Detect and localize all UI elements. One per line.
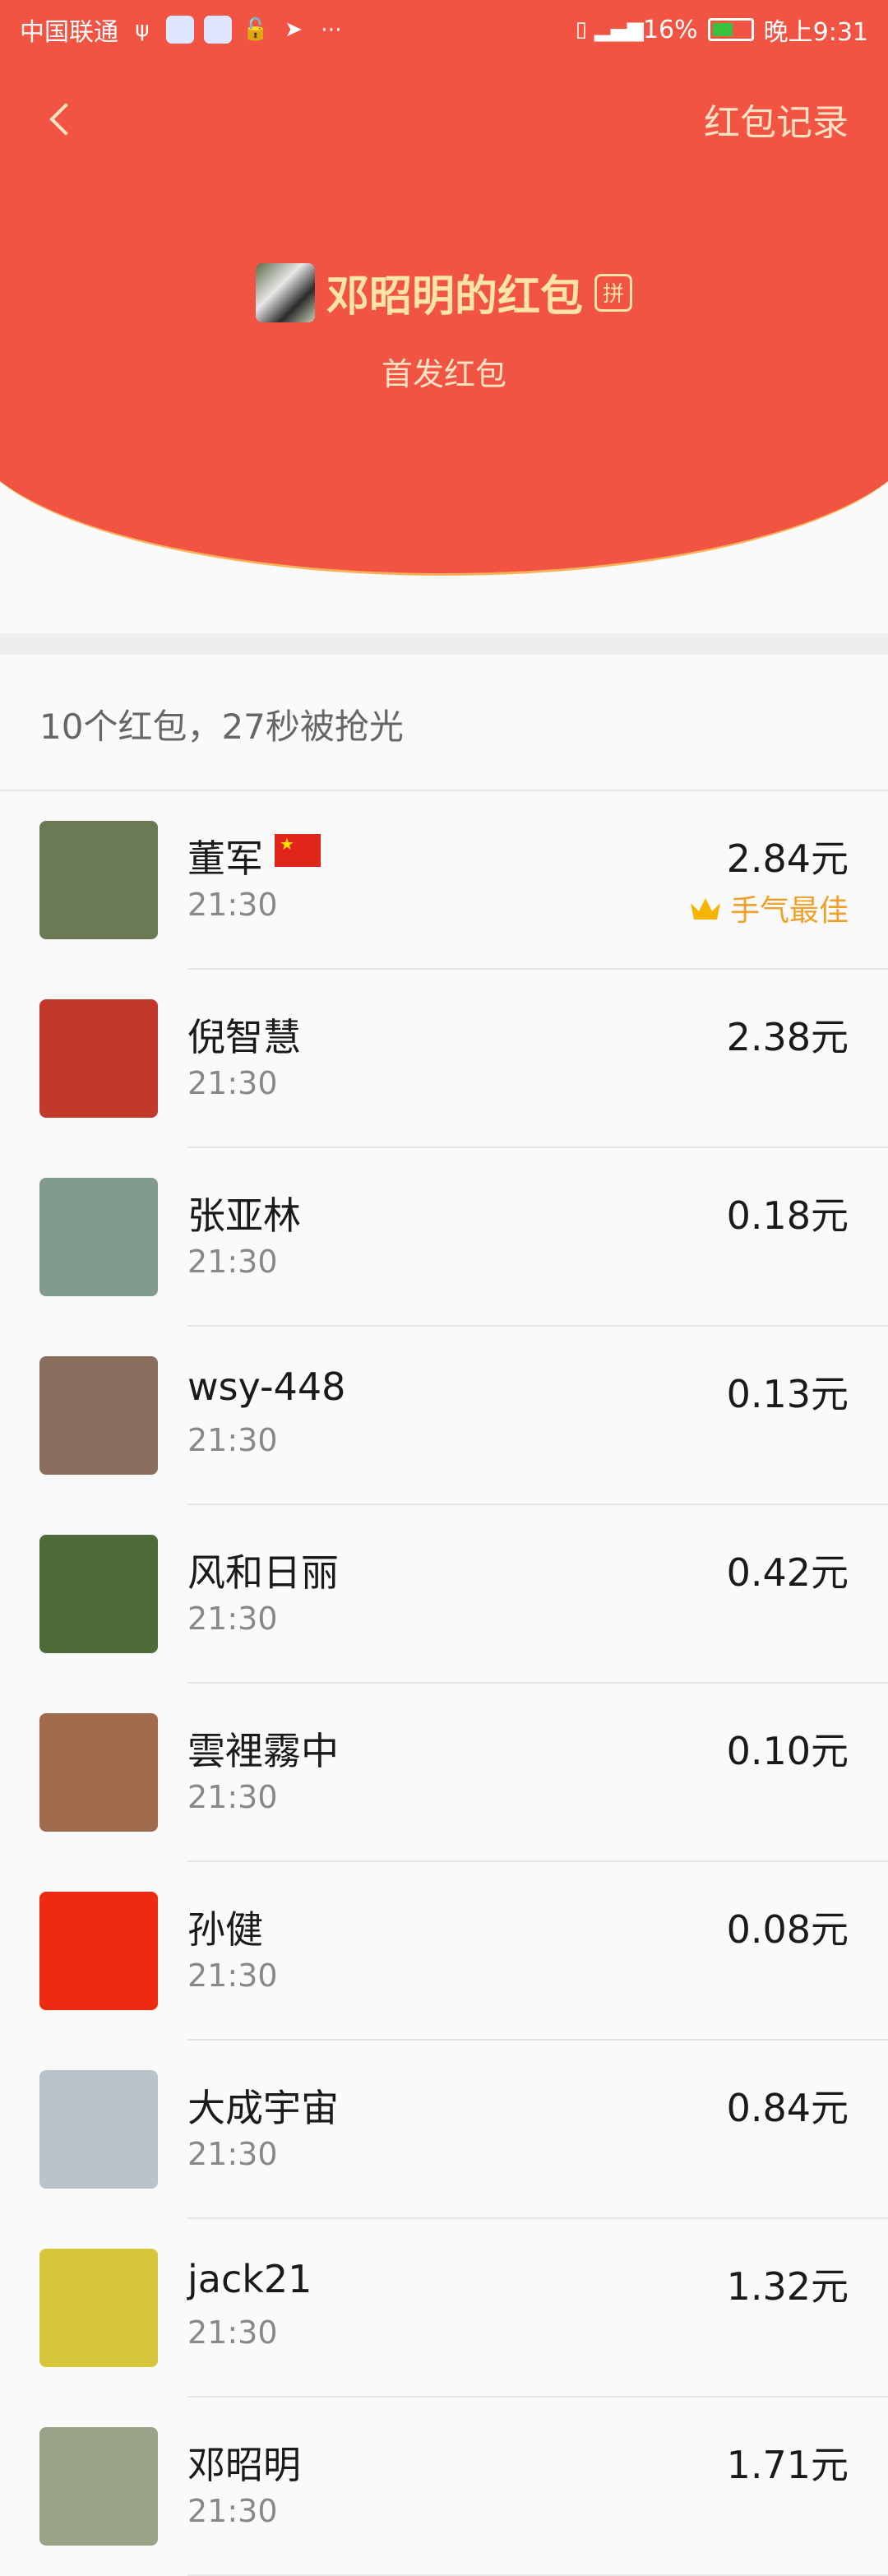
- recipient-avatar[interactable]: [39, 1535, 158, 1653]
- received-amount: 1.32元: [726, 2264, 849, 2309]
- recipient-row[interactable]: 张亚林 21:30 0.18元: [0, 1148, 888, 1327]
- recipient-list: 董军 21:30 2.84元手气最佳倪智慧 21:30 2.38元张亚林 21:30 0.1…: [0, 791, 888, 2576]
- received-amount: 0.08元: [726, 1907, 849, 1952]
- app-notification-icon: [166, 16, 194, 44]
- received-time: 21:30: [187, 1422, 278, 1458]
- app-notification-icon: [204, 16, 232, 44]
- received-time: 21:30: [187, 1779, 278, 1815]
- received-amount: 0.10元: [726, 1729, 849, 1773]
- recipient-row[interactable]: 大成宇宙 21:30 0.84元: [0, 2041, 888, 2219]
- received-time: 21:30: [187, 2136, 278, 2172]
- recipient-row[interactable]: 倪智慧 21:30 2.38元: [0, 970, 888, 1148]
- recipient-name: 孙健: [187, 1907, 263, 1952]
- sender-subtitle: 首发红包: [381, 356, 506, 392]
- received-time: 21:30: [187, 2493, 278, 2529]
- recipient-name: 邓昭明: [187, 2443, 301, 2487]
- recipient-name: 大成宇宙: [187, 2086, 339, 2130]
- recipient-row[interactable]: 孙健 21:30 0.08元: [0, 1862, 888, 2041]
- received-time: 21:30: [187, 2314, 278, 2351]
- usb-icon: ψ: [135, 17, 150, 42]
- recipient-name: 雲裡霧中: [187, 1729, 339, 1773]
- envelope-summary: 10个红包，27秒被抢光: [39, 707, 404, 747]
- recipient-row[interactable]: wsy-448 21:30 0.13元: [0, 1327, 888, 1505]
- recipient-name: 张亚林: [187, 1193, 301, 1238]
- received-amount: 2.84元: [726, 836, 849, 881]
- sender-header: 邓昭明的红包 拼: [0, 262, 888, 323]
- red-envelope-records-link[interactable]: 红包记录: [704, 93, 849, 146]
- recipient-row[interactable]: 雲裡霧中 21:30 0.10元: [0, 1684, 888, 1862]
- recipient-name: jack21: [187, 2257, 312, 2301]
- send-icon: ➤: [284, 17, 303, 42]
- vibrate-icon: ▯: [575, 17, 588, 42]
- received-amount: 0.18元: [726, 1193, 849, 1238]
- recipient-row[interactable]: 风和日丽 21:30 0.42元: [0, 1505, 888, 1684]
- recipient-name: wsy-448: [187, 1364, 346, 1409]
- signal-icon: ▂▄▆: [594, 17, 644, 42]
- lock-icon: 🔓: [242, 17, 270, 42]
- sender-avatar[interactable]: [255, 262, 315, 322]
- recipient-avatar[interactable]: [39, 821, 158, 939]
- received-time: 21:30: [187, 887, 278, 923]
- recipient-avatar[interactable]: [39, 1356, 158, 1475]
- recipient-name: 风和日丽: [187, 1550, 339, 1595]
- recipient-avatar[interactable]: [39, 1892, 158, 2010]
- status-bar: 中国联通 ψ 🔓 ➤ ⋯ ▯ ▂▄▆ 16% 晚上9:31: [0, 0, 888, 59]
- received-amount: 0.42元: [726, 1550, 849, 1595]
- recipient-row[interactable]: jack21 21:30 1.32元: [0, 2219, 888, 2398]
- received-time: 21:30: [187, 1244, 278, 1280]
- recipient-row[interactable]: 董军 21:30 2.84元手气最佳: [0, 791, 888, 970]
- received-time: 21:30: [187, 1601, 278, 1637]
- recipient-name: 董军: [187, 836, 263, 881]
- sender-title: 邓昭明的红包: [326, 272, 583, 322]
- recipient-avatar[interactable]: [39, 999, 158, 1118]
- best-luck-label: 手气最佳: [729, 894, 849, 928]
- received-time: 21:30: [187, 1957, 278, 1994]
- crown-icon: [690, 898, 720, 920]
- battery-percent: 16%: [642, 15, 698, 44]
- more-icon: ⋯: [321, 17, 342, 42]
- back-arrow-icon[interactable]: [39, 96, 86, 142]
- lucky-envelope-badge: 拼: [594, 273, 632, 312]
- received-amount: 1.71元: [726, 2443, 849, 2487]
- received-time: 21:30: [187, 1065, 278, 1101]
- recipient-avatar[interactable]: [39, 2249, 158, 2367]
- recipient-avatar[interactable]: [39, 1178, 158, 1296]
- recipient-avatar[interactable]: [39, 2427, 158, 2546]
- battery-icon: [707, 18, 754, 41]
- received-amount: 2.38元: [726, 1015, 849, 1059]
- received-amount: 0.13元: [726, 1372, 849, 1416]
- clock: 晚上9:31: [763, 18, 868, 47]
- china-flag-icon: [275, 834, 321, 867]
- nav-bar: 红包记录: [0, 82, 888, 156]
- recipient-avatar[interactable]: [39, 2070, 158, 2189]
- received-amount: 0.84元: [726, 2086, 849, 2130]
- recipient-name: 倪智慧: [187, 1015, 301, 1059]
- section-divider: [0, 633, 888, 655]
- best-luck-badge: 手气最佳: [689, 887, 849, 929]
- recipient-row[interactable]: 邓昭明 21:30 1.71元: [0, 2398, 888, 2576]
- recipient-avatar[interactable]: [39, 1713, 158, 1832]
- carrier-label: 中国联通: [20, 18, 118, 47]
